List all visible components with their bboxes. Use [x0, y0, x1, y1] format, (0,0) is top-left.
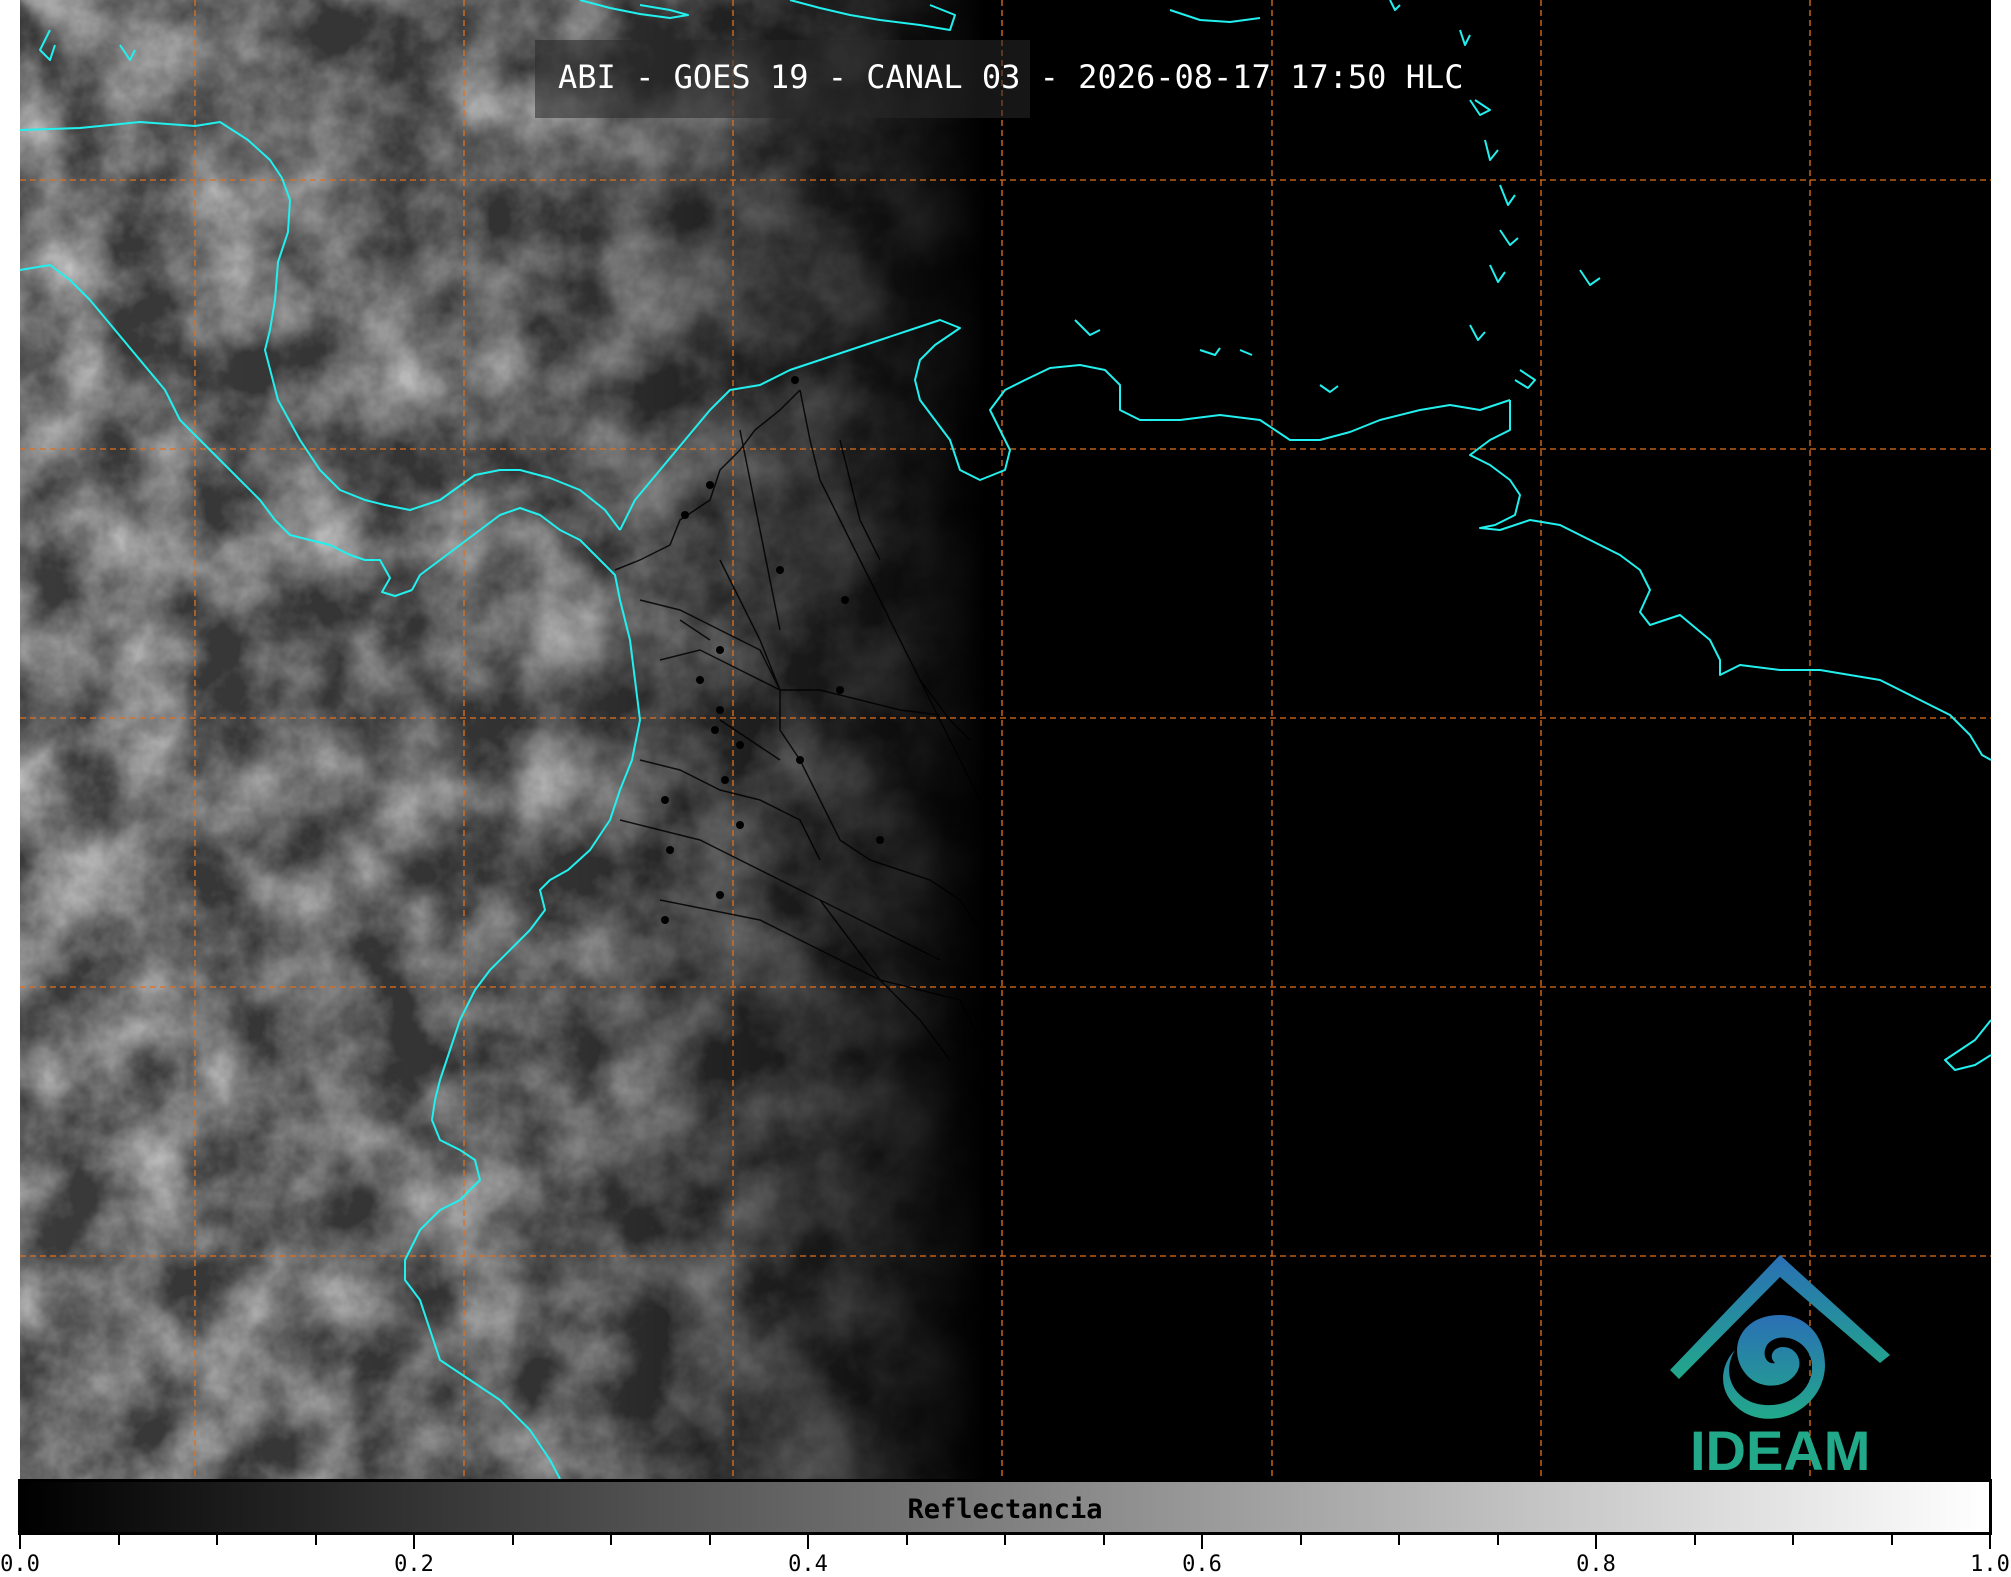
colorbar-tick [610, 1535, 612, 1545]
reflectance-colorbar: Reflectancia [18, 1479, 1992, 1535]
tick-label-0: 0.0 [0, 1552, 40, 1577]
colorbar-tick [1890, 1535, 1893, 1545]
colorbar-tick [708, 1535, 711, 1545]
colorbar-tick [905, 1535, 908, 1545]
colorbar-tick [1792, 1535, 1794, 1545]
tick-label-3: 0.6 [1182, 1552, 1222, 1577]
colorbar-tick [807, 1535, 809, 1549]
tick-label-5: 1.0 [1970, 1552, 2010, 1577]
colorbar-tick [1004, 1535, 1006, 1545]
colorbar-tick [1496, 1535, 1499, 1545]
map-title: ABI - GOES 19 - CANAL 03 - 2026-08-17 17… [558, 58, 1464, 96]
colorbar-tick [314, 1535, 317, 1545]
colorbar-tick [1102, 1535, 1105, 1545]
colorbar-tick [1989, 1535, 1991, 1549]
colorbar-tick [413, 1535, 415, 1549]
colorbar-tick [1595, 1535, 1597, 1549]
tick-label-1: 0.2 [394, 1552, 434, 1577]
colorbar-tick [19, 1535, 21, 1549]
colorbar-tick [1398, 1535, 1400, 1545]
colorbar-tick [1201, 1535, 1203, 1549]
colorbar-tick [511, 1535, 514, 1545]
tick-label-2: 0.4 [788, 1552, 828, 1577]
colorbar-label: Reflectancia [907, 1494, 1103, 1525]
ideam-logo-text: IDEAM [1690, 1419, 1871, 1482]
colorbar-tick [1693, 1535, 1696, 1545]
colorbar-tick [216, 1535, 218, 1545]
colorbar-tick [1299, 1535, 1302, 1545]
tick-label-4: 0.8 [1576, 1552, 1616, 1577]
colorbar-tick [117, 1535, 120, 1545]
